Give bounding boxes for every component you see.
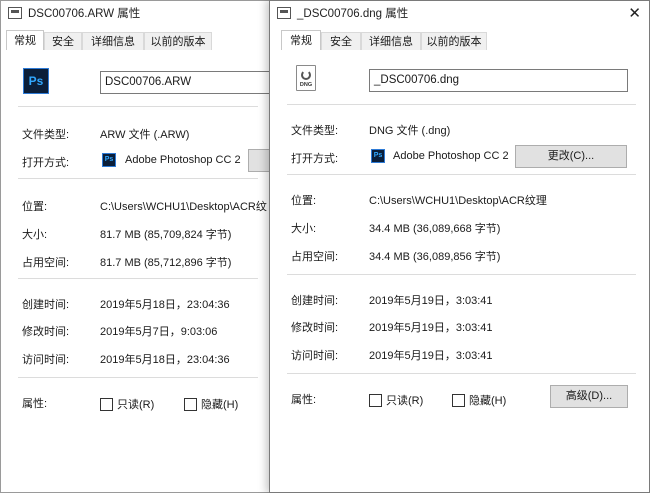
hidden-checkbox[interactable]: 隐藏(H)	[452, 392, 506, 408]
advanced-button[interactable]: 高级(D)...	[550, 385, 628, 408]
tab-details[interactable]: 详细信息	[361, 32, 421, 50]
hidden-label: 隐藏(H)	[201, 399, 239, 411]
divider	[287, 373, 636, 374]
location-value: C:\Users\WCHU1\Desktop\ACR纹	[100, 201, 267, 213]
tab-bar: 常规 安全 详细信息 以前的版本	[6, 30, 266, 52]
tab-security[interactable]: 安全	[44, 32, 82, 50]
accessed-label: 访问时间:	[291, 350, 339, 362]
title-bar[interactable]: DSC00706.ARW 属性	[1, 1, 271, 25]
attributes-label: 属性:	[22, 398, 48, 410]
location-label: 位置:	[22, 201, 48, 213]
disk-size-label: 占用空间:	[22, 257, 70, 269]
created-value: 2019年5月19日，3:03:41	[369, 295, 493, 307]
file-type-value: ARW 文件 (.ARW)	[100, 129, 190, 141]
modified-label: 修改时间:	[22, 326, 70, 338]
divider	[18, 377, 258, 378]
size-label: 大小:	[291, 223, 317, 235]
divider	[287, 104, 636, 105]
tab-general[interactable]: 常规	[281, 30, 321, 50]
file-type-label: 文件类型:	[22, 129, 70, 141]
modified-value: 2019年5月19日，3:03:41	[369, 322, 493, 334]
arw-properties-window: DSC00706.ARW 属性 常规 安全 详细信息 以前的版本 Ps DSC0…	[0, 0, 272, 493]
accessed-value: 2019年5月19日，3:03:41	[369, 350, 493, 362]
disk-size-value: 34.4 MB (36,089,856 字节)	[369, 251, 501, 263]
tab-bar: 常规 安全 详细信息 以前的版本	[275, 30, 644, 52]
filename-input[interactable]: _DSC00706.dng	[369, 69, 628, 92]
disk-size-label: 占用空间:	[291, 251, 339, 263]
divider	[287, 274, 636, 275]
hidden-label: 隐藏(H)	[469, 395, 507, 407]
file-type-value: DNG 文件 (.dng)	[369, 125, 451, 137]
window-icon	[277, 7, 291, 19]
swirl-icon	[301, 70, 311, 80]
readonly-checkbox[interactable]: 只读(R)	[100, 396, 154, 412]
created-label: 创建时间:	[291, 295, 339, 307]
divider	[18, 178, 258, 179]
change-button[interactable]: 更改(C)...	[515, 145, 627, 168]
readonly-label: 只读(R)	[386, 395, 424, 407]
attributes-label: 属性:	[291, 394, 317, 406]
modified-value: 2019年5月7日，9:03:06	[100, 326, 218, 338]
tab-details[interactable]: 详细信息	[82, 32, 144, 50]
readonly-checkbox[interactable]: 只读(R)	[369, 392, 423, 408]
created-value: 2019年5月18日，23:04:36	[100, 299, 230, 311]
checkbox-box[interactable]	[100, 397, 113, 411]
size-value: 81.7 MB (85,709,824 字节)	[100, 229, 232, 241]
disk-size-value: 81.7 MB (85,712,896 字节)	[100, 257, 232, 269]
location-label: 位置:	[291, 195, 317, 207]
checkbox-box[interactable]	[184, 397, 197, 411]
tab-previous-versions[interactable]: 以前的版本	[421, 32, 487, 50]
divider	[287, 174, 636, 175]
created-label: 创建时间:	[22, 299, 70, 311]
size-value: 34.4 MB (36,089,668 字节)	[369, 223, 501, 235]
modified-label: 修改时间:	[291, 322, 339, 334]
dng-file-icon: DNG	[296, 65, 316, 91]
open-with-app: Adobe Photoshop CC 2	[393, 150, 509, 162]
window-title: _DSC00706.dng 属性	[297, 8, 409, 20]
title-bar[interactable]: _DSC00706.dng 属性 ✕	[270, 1, 649, 25]
dng-properties-window: _DSC00706.dng 属性 ✕ 常规 安全 详细信息 以前的版本 DNG …	[269, 0, 650, 493]
open-with-label: 打开方式:	[291, 153, 339, 165]
tab-previous-versions[interactable]: 以前的版本	[144, 32, 212, 50]
file-type-label: 文件类型:	[291, 125, 339, 137]
size-label: 大小:	[22, 229, 48, 241]
hidden-checkbox[interactable]: 隐藏(H)	[184, 396, 238, 412]
open-with-app: Adobe Photoshop CC 2	[125, 154, 241, 166]
accessed-value: 2019年5月18日，23:04:36	[100, 354, 230, 366]
photoshop-small-icon: Ps	[371, 149, 385, 163]
accessed-label: 访问时间:	[22, 354, 70, 366]
filename-input[interactable]: DSC00706.ARW	[100, 71, 271, 94]
location-value: C:\Users\WCHU1\Desktop\ACR纹理	[369, 195, 547, 207]
photoshop-icon: Ps	[23, 68, 49, 94]
readonly-label: 只读(R)	[117, 399, 155, 411]
tab-general[interactable]: 常规	[6, 30, 44, 50]
window-icon	[8, 7, 22, 19]
tab-security[interactable]: 安全	[321, 32, 361, 50]
photoshop-small-icon: Ps	[102, 153, 116, 167]
divider	[18, 106, 258, 107]
divider	[18, 278, 258, 279]
dng-icon-text: DNG	[299, 82, 313, 88]
close-icon[interactable]: ✕	[628, 4, 641, 22]
general-panel: DNG _DSC00706.dng 文件类型: DNG 文件 (.dng) 打开…	[275, 51, 644, 487]
window-title: DSC00706.ARW 属性	[28, 8, 141, 20]
open-with-label: 打开方式:	[22, 157, 70, 169]
checkbox-box[interactable]	[452, 393, 465, 407]
checkbox-box[interactable]	[369, 393, 382, 407]
general-panel: Ps DSC00706.ARW 文件类型: ARW 文件 (.ARW) 打开方式…	[6, 51, 271, 487]
